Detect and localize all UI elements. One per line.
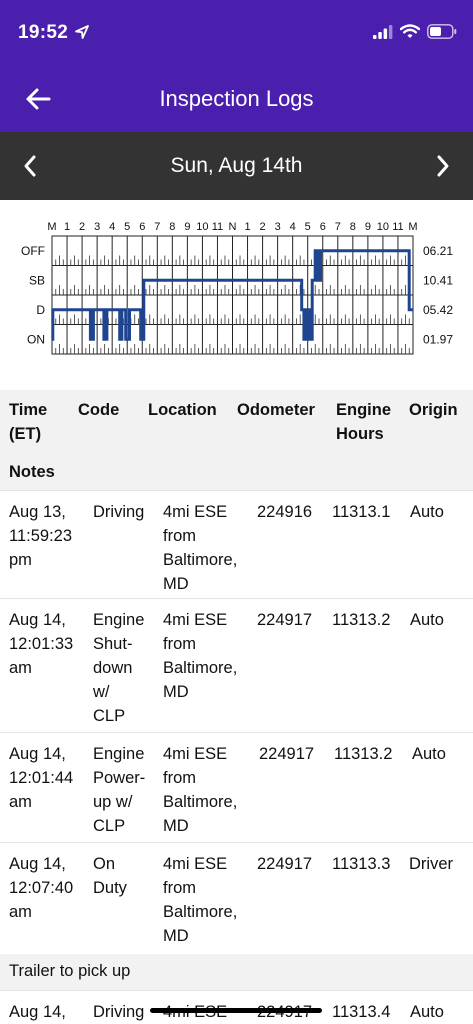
chart-total-label: 10.41 (423, 273, 453, 287)
chart-status-label: ON (27, 332, 45, 346)
chart-status-label: OFF (21, 244, 45, 258)
header-location: Location (148, 401, 217, 419)
wifi-icon (400, 24, 420, 38)
row-time: Aug 14, 12:07:40 am (9, 855, 74, 921)
location-arrow-icon (75, 25, 89, 39)
table-row[interactable]: Aug 14, 12:01:44 am Engine Power- up w/ … (0, 732, 473, 842)
chart-hour-label: 11 (212, 221, 223, 233)
chart-hour-label: M (47, 221, 56, 233)
row-note: Trailer to pick up (9, 962, 131, 980)
chart-hour-label: 5 (305, 221, 311, 233)
duty-status-chart: M 1 2 3 4 5 6 7 8 9 10 11 N 1 2 3 4 5 6 7 8 9 10 11 M OFF 06.21 SB 1… (0, 200, 473, 390)
chart-hour-label: 11 (392, 221, 403, 233)
chart-hour-label: 2 (79, 221, 85, 233)
row-engine-hours: 11313.3 (332, 855, 391, 873)
chart-hour-label: 10 (377, 221, 389, 233)
table-row[interactable]: Aug 14, 12:01:33 am Engine Shut- down w/… (0, 598, 473, 732)
row-code: Engine Power- up w/ CLP (93, 745, 146, 835)
row-code: On Duty (93, 855, 127, 897)
next-day-button[interactable] (425, 148, 461, 184)
row-engine-hours: 11313.2 (334, 745, 393, 763)
duty-status-graph: M 1 2 3 4 5 6 7 8 9 10 11 N 1 2 3 4 5 6 7 8 9 10 11 MOFF 06.21SB 1… (21, 221, 453, 355)
row-location: 4mi ESE from Baltimore, MD (163, 503, 238, 593)
chart-hour-label: 9 (184, 221, 190, 233)
chart-hour-label: 3 (94, 221, 100, 233)
row-code: Driving (93, 503, 145, 521)
row-code: Engine Shut- down w/ CLP (93, 611, 145, 725)
row-origin: Auto (410, 611, 444, 629)
row-time: Aug 14, (9, 1003, 66, 1021)
chart-total-label: 06.21 (423, 244, 453, 258)
chart-hour-label: 1 (244, 221, 250, 233)
date-selector: Sun, Aug 14th (0, 132, 473, 200)
table-row[interactable]: Aug 14, 12:07:40 am On Duty 4mi ESE from… (0, 842, 473, 954)
page-title: Inspection Logs (159, 86, 314, 111)
header-odometer: Odometer (237, 401, 315, 419)
row-time: Aug 14, 12:01:33 am (9, 611, 74, 677)
chart-hour-label: 10 (196, 221, 208, 233)
header-time: Time (ET) (9, 401, 48, 443)
chart-hour-label: 1 (64, 221, 70, 233)
header-origin: Origin (409, 401, 458, 419)
row-code: Driving (93, 1003, 145, 1021)
status-bar: 19:52 (0, 0, 473, 66)
chart-hour-label: M (408, 221, 417, 233)
row-engine-hours: 11313.1 (332, 503, 391, 521)
row-time: Aug 13, 11:59:23 pm (9, 503, 73, 569)
chart-hour-label: 7 (335, 221, 341, 233)
chart-hour-label: 6 (139, 221, 145, 233)
header-engine-hours: Engine Hours (336, 401, 392, 443)
signal-icon (373, 24, 393, 39)
chart-hour-label: N (229, 221, 237, 233)
chart-status-label: SB (29, 273, 45, 287)
current-date: Sun, Aug 14th (170, 154, 303, 177)
chart-hour-label: 4 (109, 221, 115, 233)
row-odometer: 224917 (259, 745, 315, 763)
chart-hour-label: 2 (260, 221, 266, 233)
row-odometer: 224917 (257, 855, 313, 873)
row-origin: Auto (410, 1003, 444, 1021)
chart-total-label: 01.97 (423, 332, 453, 346)
status-icons (373, 24, 457, 39)
table-row[interactable]: Aug 13, 11:59:23 pm Driving 4mi ESE from… (0, 490, 473, 598)
row-origin: Auto (410, 503, 444, 521)
row-location: 4mi ESE from Baltimore, MD (163, 611, 238, 701)
chart-total-label: 05.42 (423, 303, 453, 317)
row-engine-hours: 11313.2 (332, 611, 391, 629)
chart-hour-label: 8 (169, 221, 175, 233)
row-time: Aug 14, 12:01:44 am (9, 745, 74, 811)
row-origin: Driver (409, 855, 453, 873)
status-time: 19:52 (18, 22, 69, 43)
chart-hour-label: 7 (154, 221, 160, 233)
header-code: Code (78, 401, 120, 419)
battery-icon (427, 24, 457, 39)
row-odometer: 224917 (257, 611, 313, 629)
chart-hour-label: 9 (365, 221, 371, 233)
row-location: 4mi ESE from Baltimore, MD (163, 745, 238, 835)
row-odometer: 224916 (257, 503, 313, 521)
table-row[interactable]: Aug 14, Driving 4mi ESE 224917 11313.4 A… (0, 990, 473, 1024)
chart-status-label: D (36, 303, 45, 317)
header-notes: Notes (9, 463, 55, 481)
row-location: 4mi ESE from Baltimore, MD (163, 855, 238, 945)
chart-hour-label: 8 (350, 221, 356, 233)
chart-hour-label: 4 (290, 221, 296, 233)
chart-hour-label: 6 (320, 221, 326, 233)
chevron-right-icon (437, 155, 449, 177)
chart-hour-label: 3 (275, 221, 281, 233)
row-engine-hours: 11313.4 (332, 1003, 391, 1021)
nav-bar: Inspection Logs (0, 66, 473, 132)
row-origin: Auto (412, 745, 446, 763)
redaction-mark (150, 1008, 322, 1013)
chart-hour-label: 5 (124, 221, 130, 233)
